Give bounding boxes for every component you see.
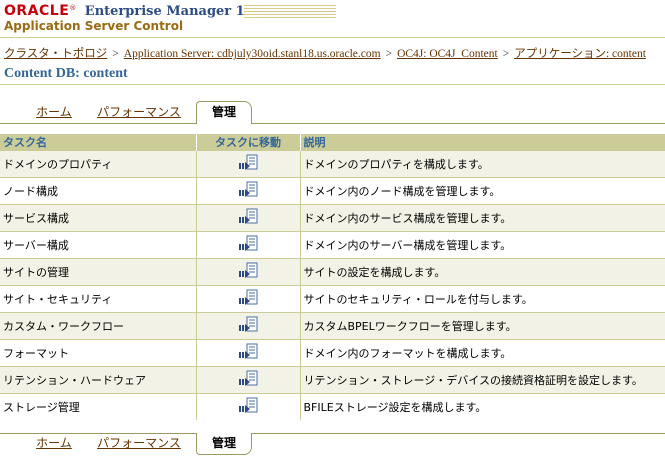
tab-baseline (252, 123, 665, 124)
breadcrumb-separator: > (112, 48, 119, 60)
breadcrumb-separator: > (502, 48, 510, 60)
go-to-task-cell (196, 285, 301, 313)
tab-baseline (0, 123, 196, 124)
breadcrumb-separator: > (385, 48, 393, 60)
go-to-task-icon[interactable] (237, 316, 259, 336)
decorative-stripes (244, 5, 336, 18)
breadcrumb-cluster-topology[interactable]: クラスタ・トポロジ (4, 48, 107, 60)
go-to-task-cell (196, 258, 301, 286)
task-description-cell: カスタムBPELワークフローを管理します。 (300, 312, 665, 340)
task-description-cell: ドメイン内のフォーマットを構成します。 (300, 339, 665, 367)
go-to-task-cell (196, 150, 301, 178)
breadcrumb-application-server[interactable]: Application Server: cdbjuly30oid.stanl18… (124, 48, 381, 60)
task-description-cell: リテンション・ストレージ・デバイスの接続資格証明を設定します。 (300, 366, 665, 394)
title-divider (0, 84, 665, 85)
go-to-task-cell (196, 312, 301, 340)
go-to-task-icon[interactable] (237, 181, 259, 201)
go-to-task-cell (196, 204, 301, 232)
go-to-task-cell (196, 231, 301, 259)
task-name-cell: ドメインのプロパティ (0, 150, 197, 178)
go-to-task-icon[interactable] (237, 262, 259, 282)
go-to-task-cell (196, 366, 301, 394)
table-row: サービス構成 ドメイン内のサービス構成を管理します。 (0, 204, 665, 232)
bottom-tab-bar: ホーム パフォーマンス 管理 (0, 433, 665, 457)
go-to-task-icon[interactable] (237, 289, 259, 309)
table-row: リテンション・ハードウェア リテンション・ストレージ・デバイスの接続資格証明を設定… (0, 366, 665, 394)
table-row: ストレージ管理 BFILEストレージ設定を構成します。 (0, 393, 665, 420)
go-to-task-icon[interactable] (237, 370, 259, 390)
go-to-task-icon[interactable] (237, 154, 259, 174)
go-to-task-cell (196, 177, 301, 205)
go-to-task-cell (196, 393, 301, 420)
task-description-cell: サイトのセキュリティ・ロールを付与します。 (300, 285, 665, 313)
tab-performance[interactable]: パフォーマンス (96, 102, 182, 122)
task-name-cell: ノード構成 (0, 177, 197, 205)
oracle-wordmark: ORACLE (4, 3, 70, 19)
breadcrumb-oc4j[interactable]: OC4J: OC4J_Content (397, 48, 498, 60)
task-description-cell: サイトの設定を構成します。 (300, 258, 665, 286)
table-row: ドメインのプロパティ ドメインのプロパティを構成します。 (0, 150, 665, 178)
task-table: タスク名 タスクに移動 説明 ドメインのプロパティ ドメインのプロパティを構成しま… (0, 134, 665, 420)
go-to-task-icon[interactable] (237, 343, 259, 363)
task-description-cell: ドメインのプロパティを構成します。 (300, 150, 665, 178)
oracle-logo: ORACLE® Enterprise Manager 10g (4, 3, 263, 19)
task-description-cell: ドメイン内のノード構成を管理します。 (300, 177, 665, 205)
tab-performance[interactable]: パフォーマンス (96, 433, 182, 453)
table-row: サーバー構成 ドメイン内のサーバー構成を管理します。 (0, 231, 665, 259)
go-to-task-icon[interactable] (237, 208, 259, 228)
task-description-cell: ドメイン内のサービス構成を管理します。 (300, 204, 665, 232)
breadcrumb: クラスタ・トポロジ > Application Server: cdbjuly30o… (4, 45, 646, 61)
task-name-cell: フォーマット (0, 339, 197, 367)
task-description-cell: BFILEストレージ設定を構成します。 (300, 393, 665, 420)
go-to-task-icon[interactable] (237, 235, 259, 255)
product-name: Enterprise Manager 10g (85, 5, 263, 19)
tab-administration[interactable]: 管理 (196, 433, 252, 455)
task-name-cell: サービス構成 (0, 204, 197, 232)
column-header-task-name: タスク名 (0, 134, 197, 151)
task-name-cell: サイトの管理 (0, 258, 197, 286)
table-row: カスタム・ワークフロー カスタムBPELワークフローを管理します。 (0, 312, 665, 340)
go-to-task-icon[interactable] (237, 397, 259, 417)
header-divider (0, 37, 665, 38)
product-name-text: Enterprise Manager 10 (84, 4, 254, 19)
breadcrumb-application[interactable]: アプリケーション: content (514, 48, 646, 60)
task-name-cell: ストレージ管理 (0, 393, 197, 420)
app-title: Application Server Control (4, 19, 184, 33)
task-description-cell: ドメイン内のサーバー構成を管理します。 (300, 231, 665, 259)
task-name-cell: サイト・セキュリティ (0, 285, 197, 313)
go-to-task-cell (196, 339, 301, 367)
tab-home[interactable]: ホーム (28, 102, 80, 122)
table-row: サイト・セキュリティ サイトのセキュリティ・ロールを付与します。 (0, 285, 665, 313)
task-name-cell: カスタム・ワークフロー (0, 312, 197, 340)
table-row: フォーマット ドメイン内のフォーマットを構成します。 (0, 339, 665, 367)
task-name-cell: サーバー構成 (0, 231, 197, 259)
table-header-row: タスク名 タスクに移動 説明 (0, 134, 665, 151)
top-tab-bar: ホーム パフォーマンス 管理 (0, 101, 665, 126)
tab-baseline (252, 433, 665, 434)
task-name-cell: リテンション・ハードウェア (0, 366, 197, 394)
registered-mark: ® (69, 4, 77, 12)
table-row: ノード構成 ドメイン内のノード構成を管理します。 (0, 177, 665, 205)
tab-home[interactable]: ホーム (28, 433, 80, 453)
page-title: Content DB: content (4, 66, 128, 81)
column-header-go-to-task: タスクに移動 (196, 134, 301, 151)
tab-administration[interactable]: 管理 (196, 101, 252, 124)
table-row: サイトの管理 サイトの設定を構成します。 (0, 258, 665, 286)
column-header-description: 説明 (300, 134, 665, 151)
branding-header: ORACLE® Enterprise Manager 10g Applicati… (0, 0, 665, 40)
